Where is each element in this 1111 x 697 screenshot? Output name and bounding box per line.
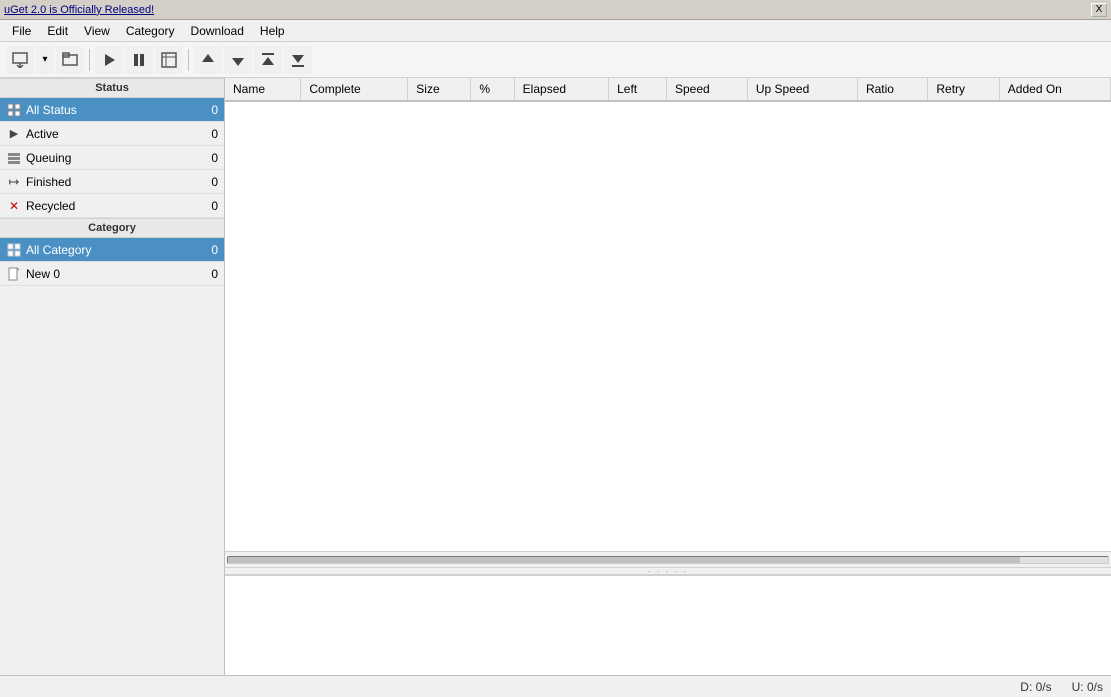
sidebar-new-0-label: New 0 bbox=[26, 267, 198, 281]
properties-button[interactable] bbox=[155, 46, 183, 74]
col-name[interactable]: Name bbox=[225, 78, 301, 101]
upload-speed-status: U: 0/s bbox=[1072, 680, 1103, 694]
sidebar-active-label: Active bbox=[26, 127, 198, 141]
menu-bar: FileEditViewCategoryDownloadHelp bbox=[0, 20, 1111, 42]
status-bar: D: 0/s U: 0/s bbox=[0, 675, 1111, 697]
new-download-button[interactable] bbox=[6, 46, 34, 74]
sidebar-all-status-count: 0 bbox=[198, 103, 218, 117]
col-elapsed[interactable]: Elapsed bbox=[514, 78, 608, 101]
col-complete[interactable]: Complete bbox=[301, 78, 408, 101]
downloads-table: Name Complete Size % Elapsed Left Speed … bbox=[225, 78, 1111, 102]
upload-label: U: bbox=[1072, 680, 1084, 694]
sidebar-item-all-status[interactable]: All Status 0 bbox=[0, 98, 224, 122]
all-status-icon bbox=[6, 102, 22, 118]
sidebar-queuing-label: Queuing bbox=[26, 151, 198, 165]
pause-button[interactable] bbox=[125, 46, 153, 74]
horizontal-scrollbar[interactable] bbox=[225, 551, 1111, 567]
right-panel: Name Complete Size % Elapsed Left Speed … bbox=[225, 78, 1111, 675]
close-button[interactable]: X bbox=[1091, 3, 1107, 17]
col-ratio[interactable]: Ratio bbox=[857, 78, 927, 101]
new-category-button[interactable] bbox=[56, 46, 84, 74]
toolbar-separator-1 bbox=[89, 49, 90, 71]
sidebar-recycled-count: 0 bbox=[198, 199, 218, 213]
start-button[interactable] bbox=[95, 46, 123, 74]
download-speed-status: D: 0/s bbox=[1020, 680, 1051, 694]
status-section-header: Status bbox=[0, 78, 224, 98]
menu-item-category[interactable]: Category bbox=[118, 22, 183, 40]
sidebar-finished-label: Finished bbox=[26, 175, 198, 189]
h-scroll-track[interactable] bbox=[227, 556, 1109, 564]
col-added-on[interactable]: Added On bbox=[999, 78, 1110, 101]
active-icon: ▶ bbox=[6, 126, 22, 142]
table-container[interactable]: Name Complete Size % Elapsed Left Speed … bbox=[225, 78, 1111, 551]
finished-icon: ↦ bbox=[6, 174, 22, 190]
menu-item-view[interactable]: View bbox=[76, 22, 118, 40]
download-label: D: bbox=[1020, 680, 1032, 694]
upload-speed: 0/s bbox=[1087, 680, 1103, 694]
category-section-header: Category bbox=[0, 218, 224, 238]
sidebar-queuing-count: 0 bbox=[198, 151, 218, 165]
move-top-button[interactable] bbox=[254, 46, 282, 74]
menu-item-help[interactable]: Help bbox=[252, 22, 293, 40]
menu-item-file[interactable]: File bbox=[4, 22, 39, 40]
sidebar-all-status-label: All Status bbox=[26, 103, 198, 117]
toolbar: ▾ bbox=[0, 42, 1111, 78]
sidebar: Status All Status 0 ▶ Active 0 bbox=[0, 78, 225, 675]
sidebar-item-finished[interactable]: ↦ Finished 0 bbox=[0, 170, 224, 194]
sidebar-recycled-label: Recycled bbox=[26, 199, 198, 213]
col-up-speed[interactable]: Up Speed bbox=[747, 78, 857, 101]
table-header-row: Name Complete Size % Elapsed Left Speed … bbox=[225, 78, 1111, 101]
sidebar-active-count: 0 bbox=[198, 127, 218, 141]
sidebar-item-recycled[interactable]: ✕ Recycled 0 bbox=[0, 194, 224, 218]
move-down-button[interactable] bbox=[224, 46, 252, 74]
move-bottom-button[interactable] bbox=[284, 46, 312, 74]
sidebar-item-all-category[interactable]: All Category 0 bbox=[0, 238, 224, 262]
new-download-dropdown[interactable]: ▾ bbox=[36, 46, 54, 74]
col-left[interactable]: Left bbox=[609, 78, 667, 101]
move-up-button[interactable] bbox=[194, 46, 222, 74]
sidebar-finished-count: 0 bbox=[198, 175, 218, 189]
toolbar-separator-2 bbox=[188, 49, 189, 71]
title-text[interactable]: uGet 2.0 is Officially Released! bbox=[4, 4, 154, 16]
all-category-icon bbox=[6, 242, 22, 258]
sidebar-all-category-label: All Category bbox=[26, 243, 198, 257]
menu-item-download[interactable]: Download bbox=[183, 22, 252, 40]
main-content: Status All Status 0 ▶ Active 0 bbox=[0, 78, 1111, 675]
queuing-icon bbox=[6, 150, 22, 166]
sidebar-item-new-0[interactable]: New 0 0 bbox=[0, 262, 224, 286]
new-0-icon bbox=[6, 266, 22, 282]
sidebar-item-queuing[interactable]: Queuing 0 bbox=[0, 146, 224, 170]
title-bar: uGet 2.0 is Officially Released! X bbox=[0, 0, 1111, 20]
sidebar-new-0-count: 0 bbox=[198, 267, 218, 281]
recycled-icon: ✕ bbox=[6, 198, 22, 214]
resize-handle[interactable]: · · · · · bbox=[225, 567, 1111, 575]
col-percent[interactable]: % bbox=[471, 78, 514, 101]
col-size[interactable]: Size bbox=[408, 78, 471, 101]
bottom-panel bbox=[225, 575, 1111, 675]
col-speed[interactable]: Speed bbox=[667, 78, 748, 101]
menu-item-edit[interactable]: Edit bbox=[39, 22, 76, 40]
sidebar-all-category-count: 0 bbox=[198, 243, 218, 257]
download-speed: 0/s bbox=[1036, 680, 1052, 694]
h-scroll-thumb[interactable] bbox=[228, 557, 1020, 563]
col-retry[interactable]: Retry bbox=[928, 78, 999, 101]
sidebar-item-active[interactable]: ▶ Active 0 bbox=[0, 122, 224, 146]
